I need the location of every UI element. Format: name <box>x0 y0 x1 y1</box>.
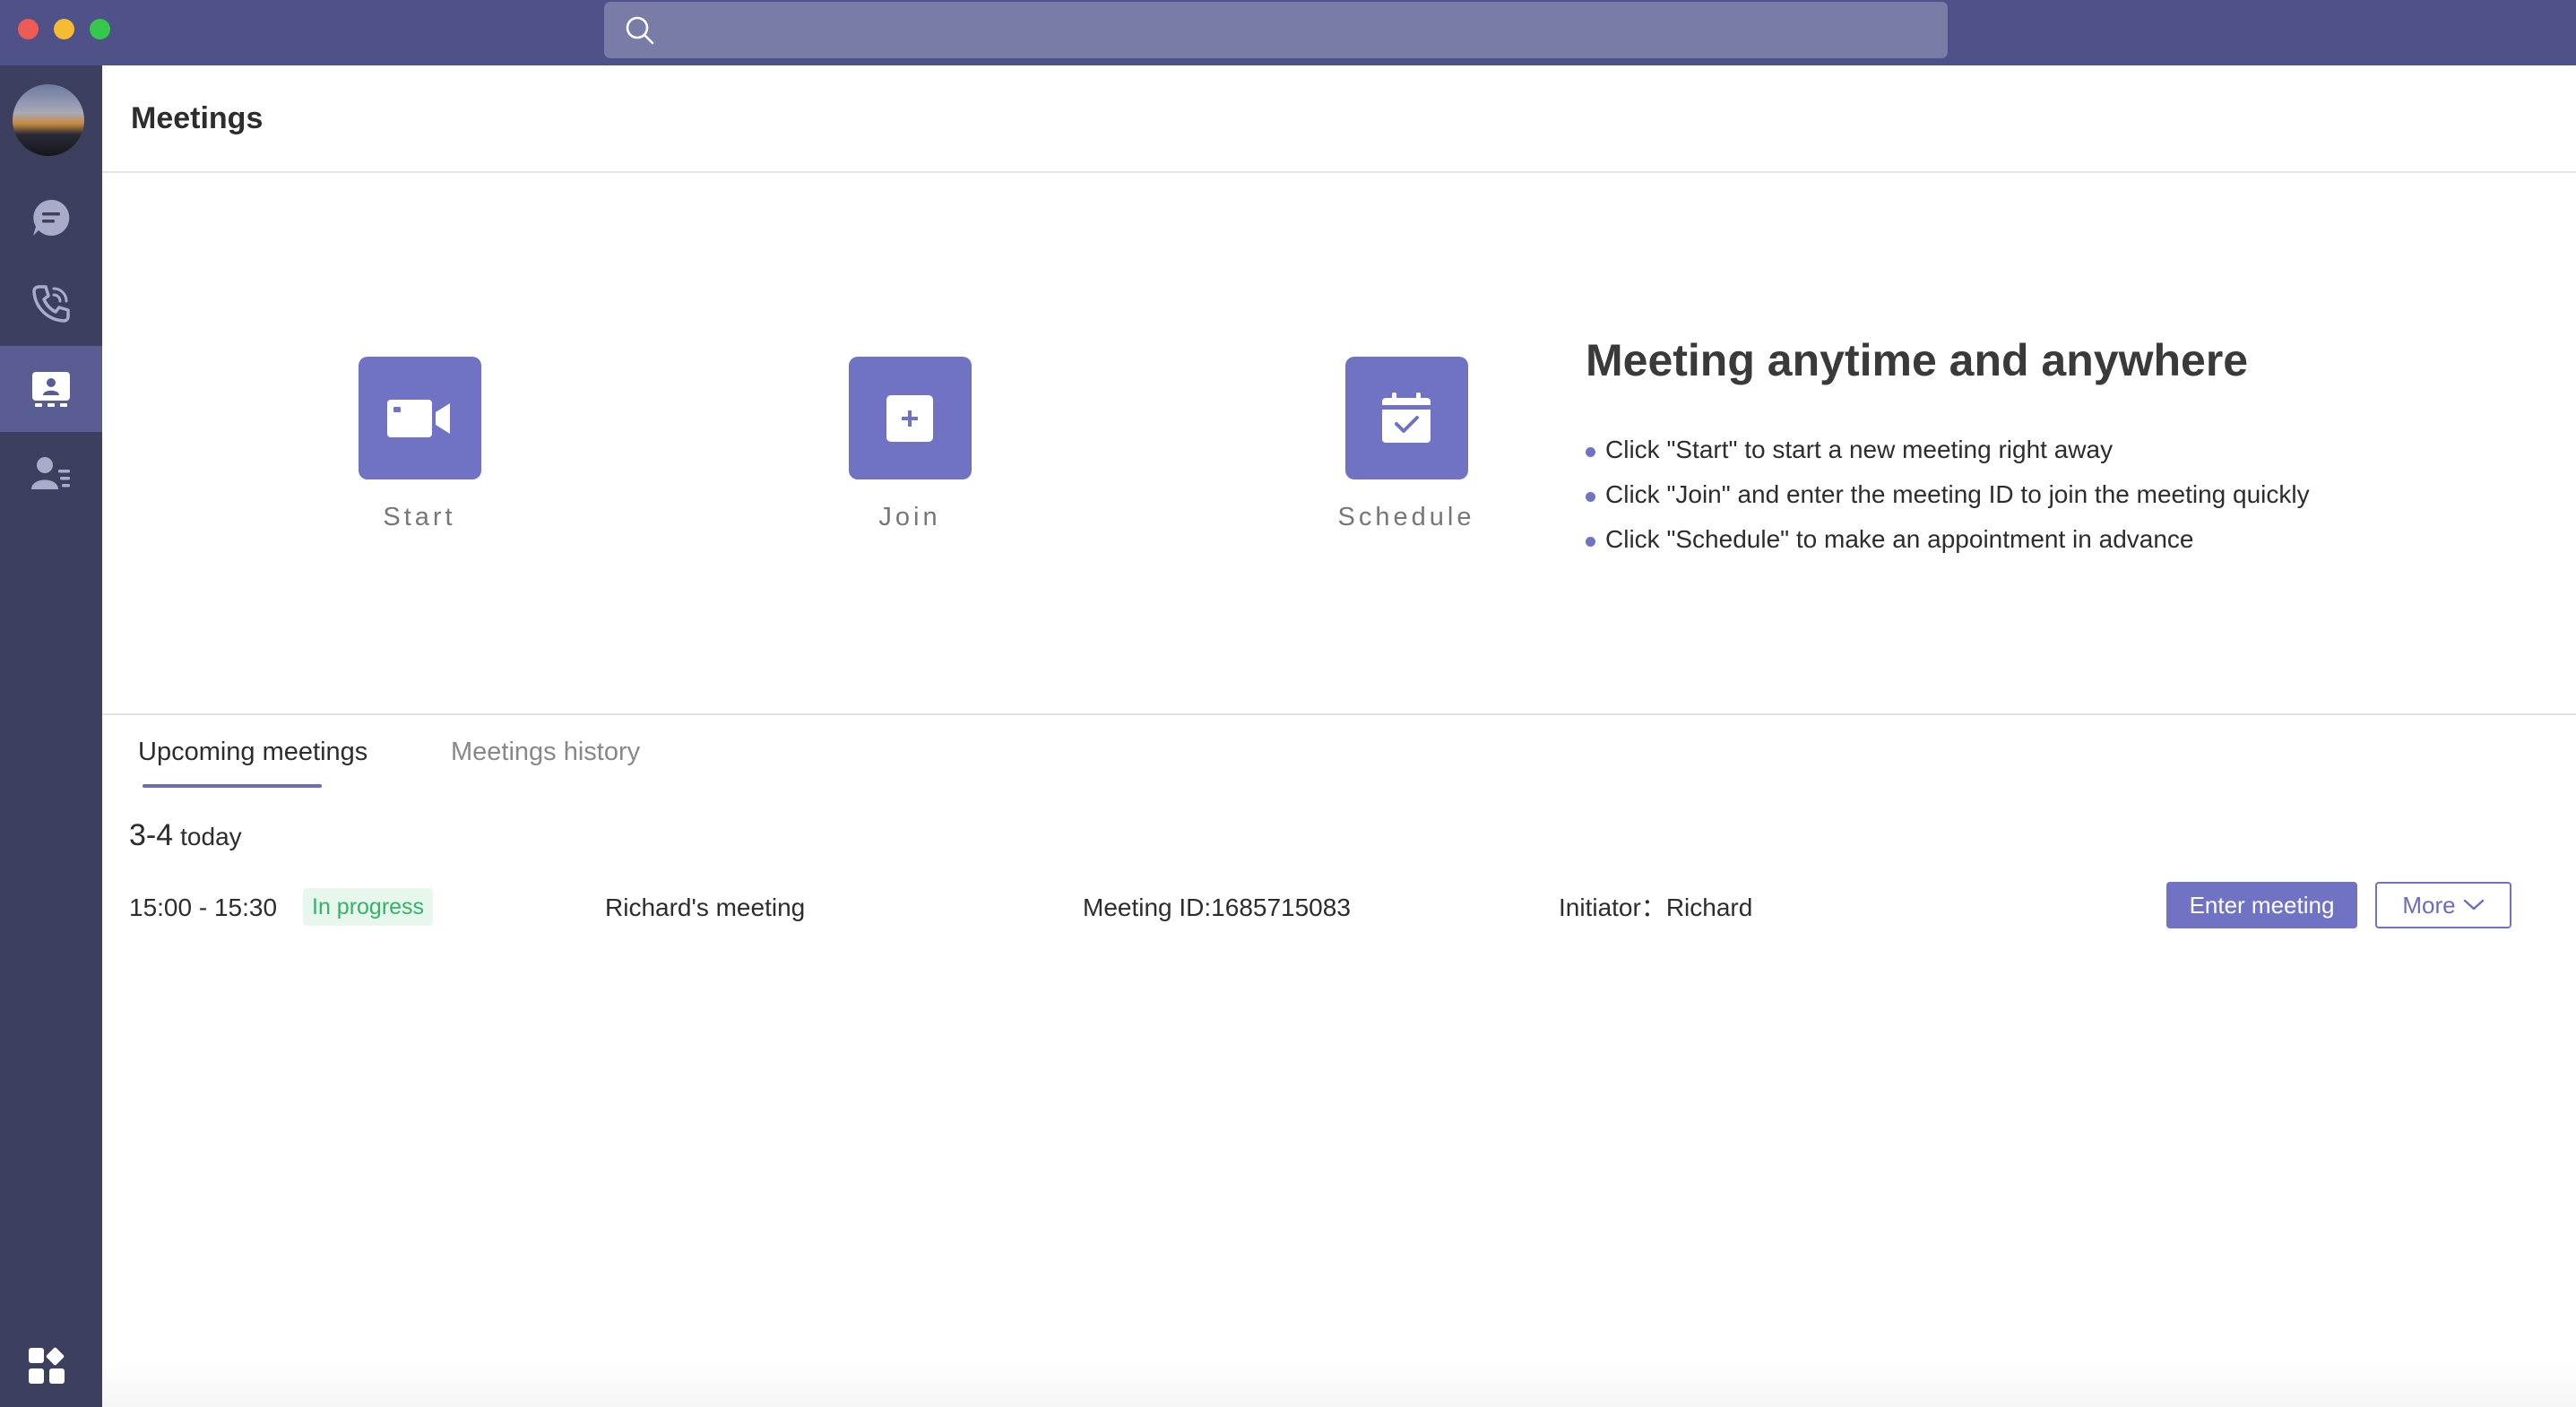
header-divider <box>102 171 2576 173</box>
section-divider <box>102 713 2576 715</box>
schedule-tile[interactable] <box>1344 357 1468 479</box>
more-label: More <box>2402 891 2456 919</box>
info-bullet: Click "Start" to start a new meeting rig… <box>1586 427 2310 472</box>
sidebar-item-contacts[interactable] <box>0 431 102 517</box>
calendar-check-icon <box>1382 392 1431 443</box>
join-tile[interactable] <box>848 357 972 479</box>
meeting-id: Meeting ID:1685715083 <box>1083 893 1351 921</box>
meetings-icon <box>32 372 70 407</box>
video-camera-icon <box>387 399 450 437</box>
search-input[interactable] <box>604 2 1948 58</box>
search-icon <box>626 16 654 45</box>
main-content: Meetings Start Join Schedule Meeting any… <box>102 65 2576 1407</box>
start-meeting-button[interactable]: Start <box>348 357 491 532</box>
sidebar <box>0 65 102 1407</box>
sidebar-item-meetings[interactable] <box>0 346 102 432</box>
info-title: Meeting anytime and anywhere <box>1586 335 2249 385</box>
page-title: Meetings <box>131 101 264 135</box>
apps-icon[interactable] <box>28 1347 65 1385</box>
avatar[interactable] <box>13 84 84 156</box>
info-bullet: Click "Join" and enter the meeting ID to… <box>1586 472 2310 517</box>
contacts-icon <box>31 457 70 489</box>
start-tile[interactable] <box>358 357 481 479</box>
meeting-initiator: Initiator：Richard <box>1559 893 1753 921</box>
info-list: Click "Start" to start a new meeting rig… <box>1586 427 2310 562</box>
chevron-down-icon <box>2463 899 2484 911</box>
join-meeting-button[interactable]: Join <box>838 357 981 532</box>
zoom-window-button[interactable] <box>90 19 110 39</box>
title-bar <box>0 0 2576 65</box>
tab-upcoming-meetings[interactable]: Upcoming meetings <box>138 738 367 767</box>
active-tab-indicator <box>143 784 322 788</box>
tab-meetings-history[interactable]: Meetings history <box>451 738 640 767</box>
sidebar-item-chat[interactable] <box>0 175 102 261</box>
meeting-title[interactable]: Richard's meeting <box>605 890 805 926</box>
more-button[interactable]: More <box>2375 882 2511 928</box>
date-suffix: today <box>180 823 242 850</box>
meeting-time: 15:00 - 15:30 <box>129 893 278 921</box>
bottom-shadow <box>102 1362 2576 1407</box>
join-plus-icon <box>886 394 933 442</box>
schedule-label: Schedule <box>1337 503 1475 531</box>
status-badge: In progress <box>303 888 434 926</box>
chat-icon <box>33 199 70 236</box>
close-window-button[interactable] <box>18 19 39 39</box>
info-bullet: Click "Schedule" to make an appointment … <box>1586 517 2310 562</box>
date-label: 3-4 <box>129 818 174 852</box>
enter-meeting-button[interactable]: Enter meeting <box>2166 882 2357 928</box>
date-heading: 3-4 today <box>129 818 242 853</box>
minimize-window-button[interactable] <box>54 19 74 39</box>
join-label: Join <box>878 503 941 531</box>
start-label: Start <box>383 503 456 531</box>
schedule-meeting-button[interactable]: Schedule <box>1335 357 1478 532</box>
phone-icon <box>32 285 70 323</box>
sidebar-item-calls[interactable] <box>0 261 102 347</box>
